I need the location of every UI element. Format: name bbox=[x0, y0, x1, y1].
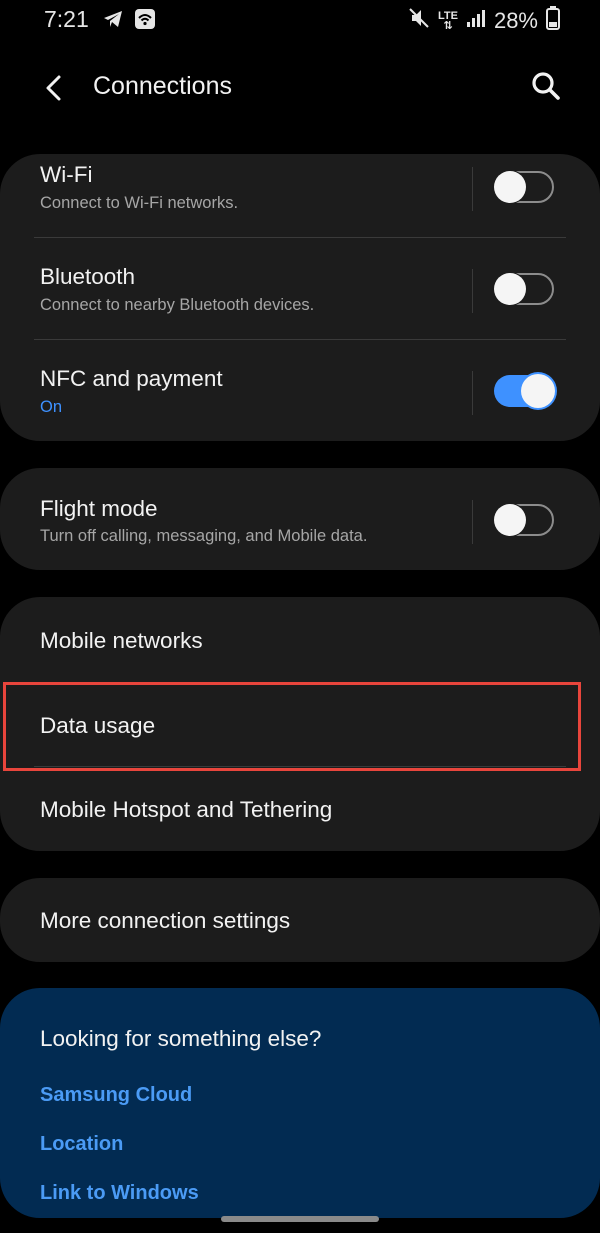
lte-label: LTE bbox=[437, 10, 458, 22]
suggestions-card: Looking for something else? Samsung Clou… bbox=[0, 988, 600, 1218]
lte-icon: LTE ⇅ bbox=[437, 10, 458, 32]
row-separator bbox=[472, 500, 473, 544]
wifi-subtitle: Connect to Wi-Fi networks. bbox=[40, 194, 239, 212]
system-indicators: LTE ⇅ 28% bbox=[408, 6, 560, 36]
toggle-knob bbox=[494, 273, 526, 305]
search-icon bbox=[532, 72, 560, 100]
connectivity-card: Wi-Fi Connect to Wi-Fi networks. Bluetoo… bbox=[0, 154, 600, 441]
location-link[interactable]: Location bbox=[40, 1133, 123, 1156]
samsung-cloud-link[interactable]: Samsung Cloud bbox=[40, 1084, 192, 1107]
row-separator bbox=[472, 269, 473, 313]
nfc-row[interactable]: NFC and payment On bbox=[0, 340, 600, 441]
more-connection-settings-row[interactable]: More connection settings bbox=[0, 878, 600, 962]
back-arrow-icon bbox=[46, 75, 61, 101]
more-card: More connection settings bbox=[0, 878, 600, 962]
telegram-icon bbox=[102, 8, 124, 35]
row-separator bbox=[472, 167, 473, 211]
wifi-row[interactable]: Wi-Fi Connect to Wi-Fi networks. bbox=[0, 154, 600, 238]
toggle-knob bbox=[494, 171, 526, 203]
link-to-windows-link[interactable]: Link to Windows bbox=[40, 1182, 199, 1205]
notification-icons bbox=[102, 8, 156, 35]
more-connection-settings-title: More connection settings bbox=[40, 908, 291, 933]
signal-icon bbox=[466, 8, 486, 34]
wifi-title: Wi-Fi bbox=[40, 162, 93, 187]
search-button[interactable] bbox=[528, 68, 564, 104]
bluetooth-subtitle: Connect to nearby Bluetooth devices. bbox=[40, 296, 315, 314]
battery-percent: 28% bbox=[493, 8, 538, 33]
row-separator bbox=[472, 371, 473, 415]
flight-card: Flight mode Turn off calling, messaging,… bbox=[0, 468, 600, 570]
flight-mode-subtitle: Turn off calling, messaging, and Mobile … bbox=[40, 527, 368, 545]
toggle-knob bbox=[521, 374, 555, 408]
hotspot-row[interactable]: Mobile Hotspot and Tethering bbox=[0, 767, 600, 851]
toggle-knob bbox=[494, 504, 526, 536]
page-title: Connections bbox=[93, 72, 232, 100]
data-usage-title: Data usage bbox=[40, 713, 156, 738]
flight-mode-title: Flight mode bbox=[40, 496, 158, 521]
bluetooth-title: Bluetooth bbox=[40, 264, 136, 289]
mobile-networks-title: Mobile networks bbox=[40, 628, 203, 653]
flight-mode-row[interactable]: Flight mode Turn off calling, messaging,… bbox=[0, 468, 600, 570]
wifi-calling-icon bbox=[134, 8, 156, 35]
status-bar: 7:21 LTE ⇅ 28% bbox=[0, 0, 600, 40]
mobile-networks-row[interactable]: Mobile networks bbox=[0, 597, 600, 683]
wifi-toggle[interactable] bbox=[494, 171, 554, 203]
nfc-status: On bbox=[40, 398, 63, 416]
home-indicator[interactable] bbox=[221, 1216, 379, 1222]
app-header: Connections bbox=[0, 60, 600, 116]
data-usage-row[interactable]: Data usage bbox=[0, 683, 600, 767]
nfc-title: NFC and payment bbox=[40, 366, 223, 391]
back-button[interactable] bbox=[36, 70, 72, 106]
nfc-toggle[interactable] bbox=[494, 374, 555, 408]
suggestions-title: Looking for something else? bbox=[40, 1026, 322, 1051]
battery-icon bbox=[546, 6, 560, 36]
status-time: 7:21 bbox=[44, 6, 89, 32]
flight-mode-toggle[interactable] bbox=[494, 504, 554, 536]
hotspot-title: Mobile Hotspot and Tethering bbox=[40, 797, 333, 822]
network-card: Mobile networks Data usage Mobile Hotspo… bbox=[0, 597, 600, 851]
mute-icon bbox=[408, 7, 430, 35]
bluetooth-row[interactable]: Bluetooth Connect to nearby Bluetooth de… bbox=[0, 238, 600, 340]
bluetooth-toggle[interactable] bbox=[494, 273, 554, 305]
